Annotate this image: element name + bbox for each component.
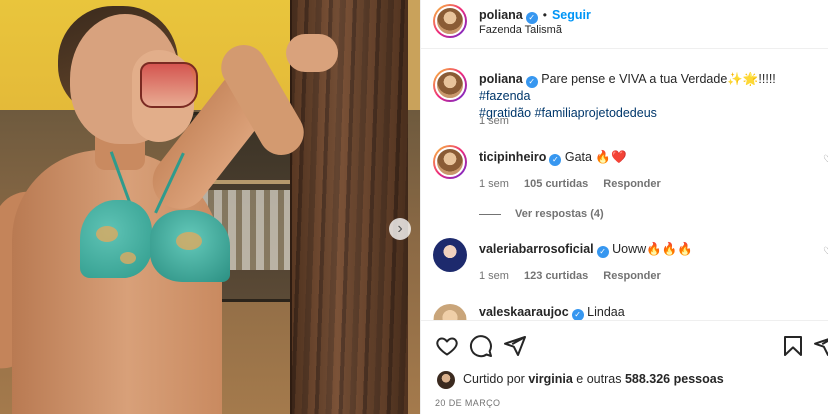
comment-meta: 1 sem 123 curtidas Responder bbox=[479, 270, 661, 282]
header-divider bbox=[421, 48, 828, 49]
verified-badge-icon: ✓ bbox=[525, 11, 538, 24]
post-side-panel: poliana ✓ • Seguir Fazenda Talismã poliana ✓… bbox=[420, 0, 828, 414]
likes-prefix: Curtido por bbox=[463, 372, 525, 386]
post-header: poliana ✓ • Seguir bbox=[479, 6, 591, 24]
figure-hand bbox=[286, 34, 338, 72]
comment-username[interactable]: ticipinheiro bbox=[479, 150, 546, 164]
likes-summary: Curtido por virginia e outras 588.326 pe… bbox=[463, 372, 724, 386]
author-avatar[interactable] bbox=[433, 4, 467, 38]
share-icon[interactable] bbox=[813, 334, 828, 358]
header-separator: • bbox=[542, 8, 547, 22]
comment-username[interactable]: valeriabarrosoficial bbox=[479, 242, 594, 256]
comment-text: Lindaa bbox=[587, 305, 625, 319]
post-date[interactable]: 20 DE MARÇO bbox=[435, 398, 500, 408]
comment: ticipinheiro ✓ Gata 🔥❤️ bbox=[479, 150, 627, 166]
follow-button[interactable]: Seguir bbox=[552, 8, 591, 22]
chevron-right-icon: › bbox=[397, 220, 403, 237]
location-link[interactable]: Fazenda Talismã bbox=[479, 24, 562, 36]
verified-badge-icon: ✓ bbox=[525, 75, 538, 88]
replies-line bbox=[479, 213, 501, 215]
bikini-pattern bbox=[176, 232, 202, 250]
verified-badge-icon: ✓ bbox=[571, 308, 584, 320]
comment-username[interactable]: valeskaaraujoc bbox=[479, 305, 569, 319]
sunglasses bbox=[140, 62, 198, 108]
bikini-top-left bbox=[80, 200, 152, 278]
comment-likes[interactable]: 105 curtidas bbox=[524, 178, 588, 190]
liker-username[interactable]: virginia bbox=[528, 372, 572, 386]
caption-avatar[interactable] bbox=[433, 68, 467, 102]
caption-age[interactable]: 1 sem bbox=[479, 115, 509, 127]
comment: valeskaaraujoc ✓ Lindaa bbox=[479, 305, 625, 320]
comment-meta: 1 sem 105 curtidas Responder bbox=[479, 178, 661, 190]
comment-avatar[interactable] bbox=[433, 145, 467, 179]
caption-body: Pare pense e VIVA a tua Verdade✨🌟!!!!! bbox=[541, 72, 776, 86]
bookmark-icon[interactable] bbox=[781, 334, 805, 358]
comment-likes[interactable]: 123 curtidas bbox=[524, 270, 588, 282]
view-replies-label[interactable]: Ver respostas (4) bbox=[515, 208, 604, 220]
share-icon[interactable] bbox=[503, 334, 527, 358]
comment-text: Gata 🔥❤️ bbox=[564, 150, 627, 164]
bikini-pattern bbox=[120, 252, 136, 264]
actions-divider bbox=[421, 320, 828, 321]
comment-like-heart-icon[interactable]: ♡ bbox=[823, 246, 828, 257]
liker-avatar[interactable] bbox=[437, 371, 455, 389]
comment-partial: valeskaaraujoc ✓ Lindaa bbox=[421, 300, 828, 320]
post-photo[interactable]: › bbox=[0, 0, 420, 414]
comment-avatar[interactable] bbox=[433, 238, 467, 272]
comment-icon[interactable] bbox=[469, 334, 493, 358]
author-username[interactable]: poliana bbox=[479, 8, 523, 22]
carousel-next-button[interactable]: › bbox=[389, 218, 411, 240]
comment-like-heart-icon[interactable]: ♡ bbox=[823, 154, 828, 165]
view-replies[interactable]: Ver respostas (4) bbox=[479, 208, 604, 220]
heart-icon[interactable] bbox=[435, 334, 459, 358]
likes-count[interactable]: 588.326 bbox=[625, 372, 670, 386]
verified-badge-icon: ✓ bbox=[596, 245, 609, 258]
reply-button[interactable]: Responder bbox=[603, 270, 660, 282]
reply-button[interactable]: Responder bbox=[603, 178, 660, 190]
verified-badge-icon: ✓ bbox=[549, 153, 562, 166]
comment-avatar[interactable] bbox=[433, 304, 467, 320]
caption-text: poliana ✓ Pare pense e VIVA a tua Verdade… bbox=[479, 71, 819, 122]
hashtag-link[interactable]: #fazenda bbox=[479, 89, 530, 103]
comment-age[interactable]: 1 sem bbox=[479, 270, 509, 282]
comment: valeriabarrosoficial ✓ Uoww🔥🔥🔥 bbox=[479, 242, 693, 258]
bikini-pattern bbox=[96, 226, 118, 242]
likes-middle: e outras bbox=[576, 372, 622, 386]
comment-text: Uoww🔥🔥🔥 bbox=[612, 242, 693, 256]
likes-suffix[interactable]: pessoas bbox=[674, 372, 724, 386]
caption-username[interactable]: poliana bbox=[479, 72, 523, 86]
comment-age[interactable]: 1 sem bbox=[479, 178, 509, 190]
